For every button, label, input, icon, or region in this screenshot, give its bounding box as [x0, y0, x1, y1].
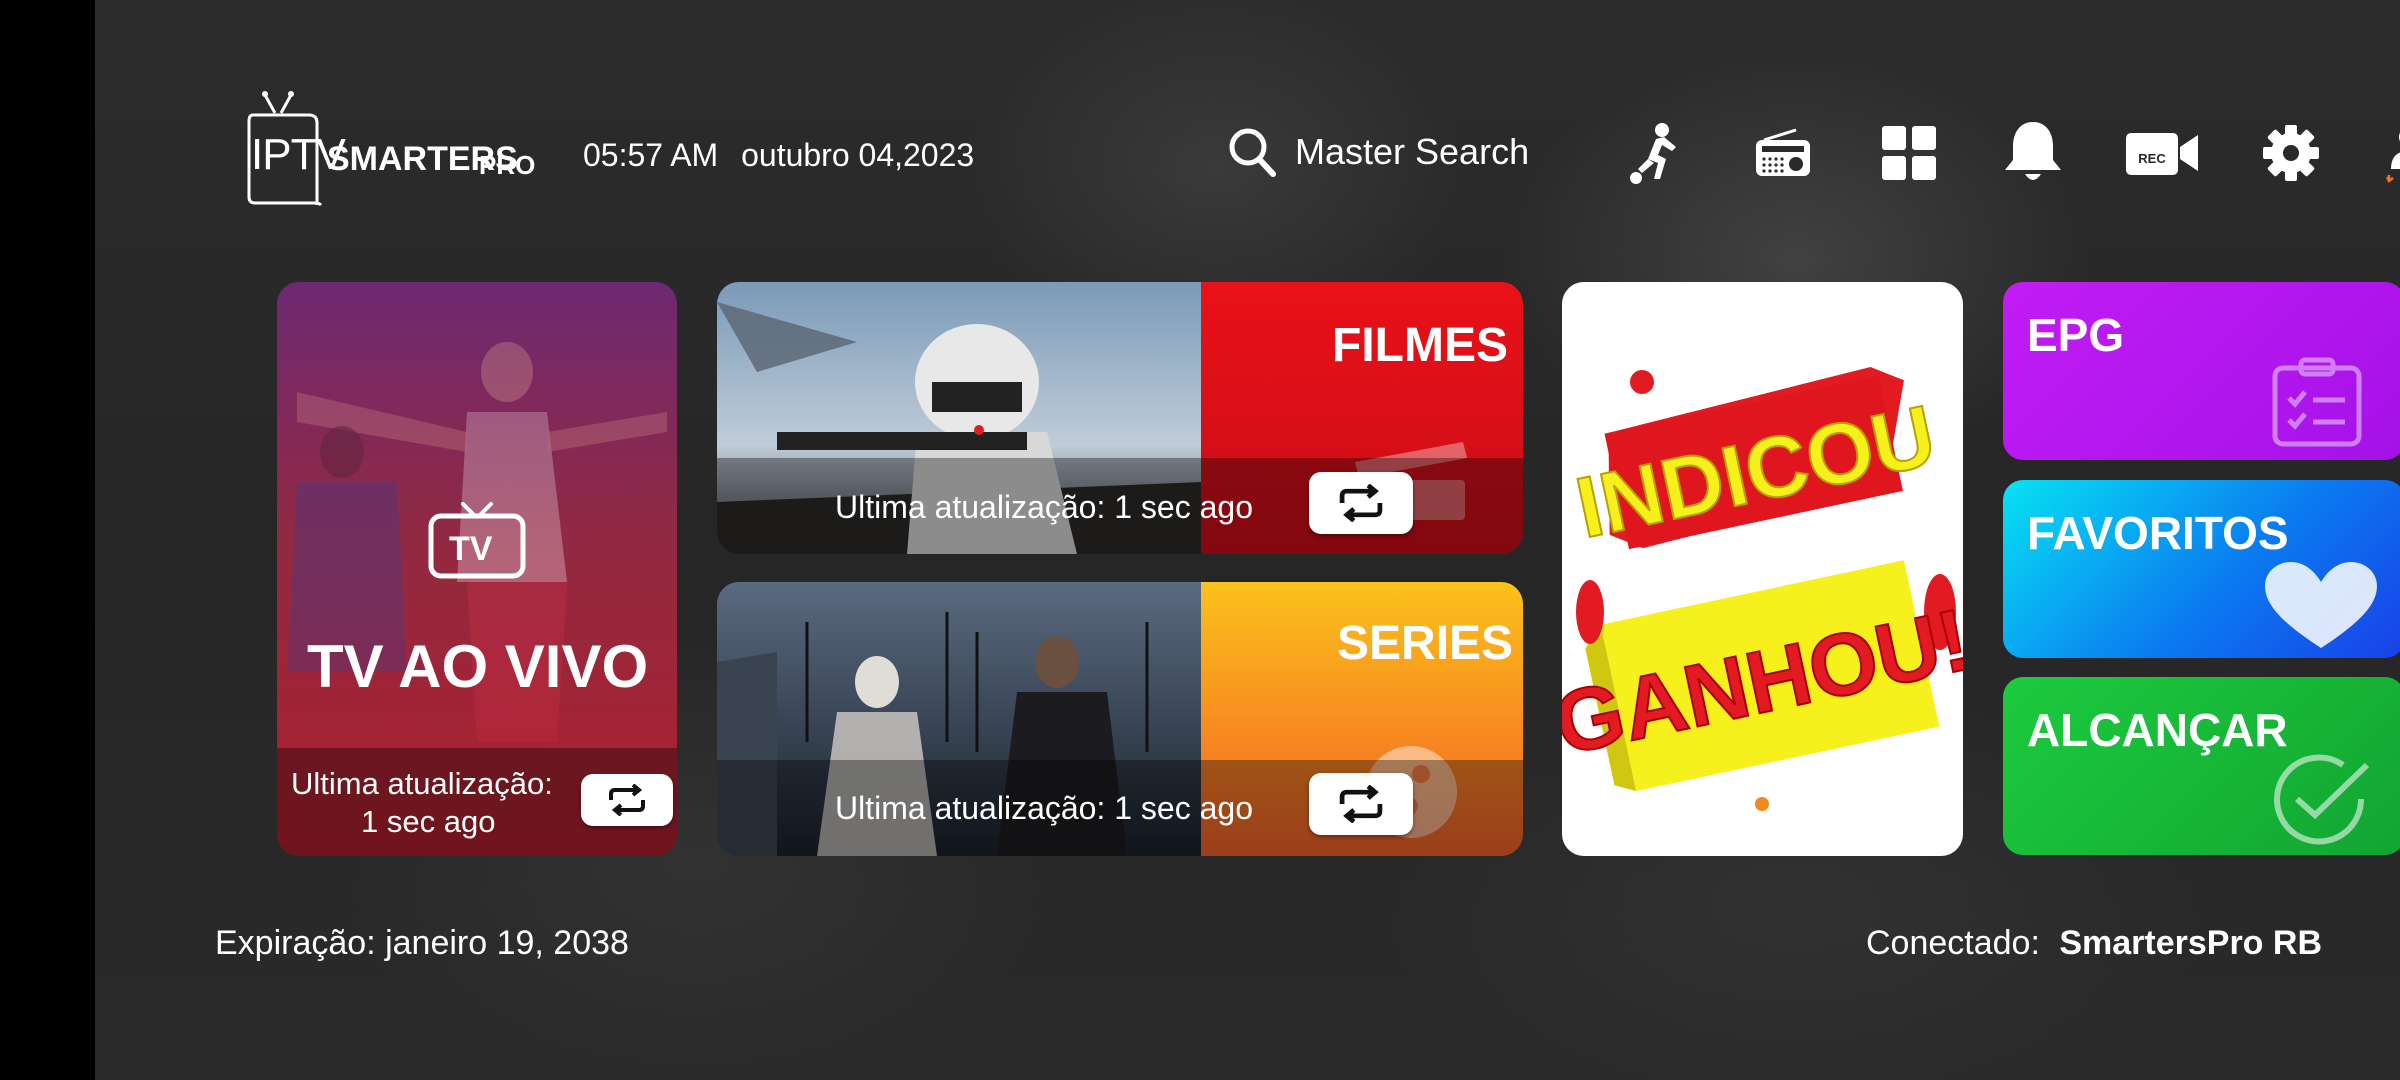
search-label: Master Search [1295, 131, 1530, 172]
sports-icon[interactable] [1620, 118, 1692, 188]
time-label: 05:57 AM [583, 137, 719, 173]
settings-gear-icon[interactable] [2255, 118, 2327, 188]
tv-badge-text: TV [449, 530, 493, 568]
connected-server-name: SmartersPro RB [2059, 924, 2322, 962]
promo-banner-tile[interactable]: INDICOU GANHOU! [1562, 282, 1963, 856]
refresh-icon [1339, 785, 1383, 823]
movies-tile[interactable]: FILMES Ultima atualização: 1 sec ago [717, 282, 1523, 554]
grid-icon[interactable] [1873, 118, 1945, 188]
rec-camera-icon[interactable]: REC [2125, 118, 2201, 188]
logo-text-pro: PRO [479, 150, 536, 180]
live-tv-refresh-button[interactable] [581, 774, 673, 826]
movies-update-text: Ultima atualização: 1 sec ago [835, 489, 1253, 525]
date-label: outubro 04,2023 [741, 137, 975, 173]
series-refresh-button[interactable] [1309, 773, 1413, 835]
connection-status: Conectado: SmartersPro RB [1866, 924, 2322, 963]
connected-label: Conectado: [1865, 924, 2040, 962]
switch-user-icon[interactable] [2380, 118, 2400, 188]
series-title: SERIES [1337, 617, 1514, 670]
movies-refresh-button[interactable] [1309, 472, 1413, 534]
live-tv-tile[interactable]: TV TV AO VIVO Ultima atualização: 1 sec … [277, 282, 677, 856]
home-screen: IPTV SMARTERS PRO 05:57 AM outubro 04,20… [95, 0, 2400, 1080]
date-time: 05:57 AM outubro 04,2023 [583, 137, 988, 174]
live-tv-update-time: 1 sec ago [361, 804, 496, 839]
series-tile[interactable]: SERIES Ultima atualização: 1 sec ago [717, 582, 1523, 856]
heart-icon [2265, 562, 2377, 648]
live-tv-update-label: Ultima atualização: [291, 766, 553, 801]
expiration-date: Expiração: janeiro 19, 2038 [215, 924, 629, 962]
search-icon [1229, 128, 1276, 177]
carousel-dot[interactable] [1755, 797, 1769, 811]
master-search-button[interactable]: Master Search [1227, 122, 1529, 182]
live-tv-title: TV AO VIVO [307, 633, 649, 700]
check-circle-icon [2274, 754, 2370, 845]
reach-title: ALCANÇAR [2027, 704, 2288, 756]
epg-title: EPG [2027, 309, 2125, 361]
rec-label: REC [2138, 151, 2166, 166]
promo-banner-graphic: INDICOU GANHOU! [1562, 366, 1963, 811]
favorites-title: FAVORITOS [2027, 507, 2289, 559]
clipboard-checklist-icon [2272, 357, 2362, 447]
series-update-text: Ultima atualização: 1 sec ago [835, 790, 1253, 826]
radio-icon[interactable] [1747, 118, 1819, 188]
refresh-icon [609, 784, 645, 816]
movies-title: FILMES [1332, 319, 1508, 372]
favorites-tile[interactable]: FAVORITOS [2003, 480, 2400, 658]
bell-icon[interactable] [1997, 118, 2069, 188]
epg-tile[interactable]: EPG [2003, 282, 2400, 460]
reach-tile[interactable]: ALCANÇAR [2003, 677, 2400, 855]
refresh-icon [1339, 484, 1383, 522]
